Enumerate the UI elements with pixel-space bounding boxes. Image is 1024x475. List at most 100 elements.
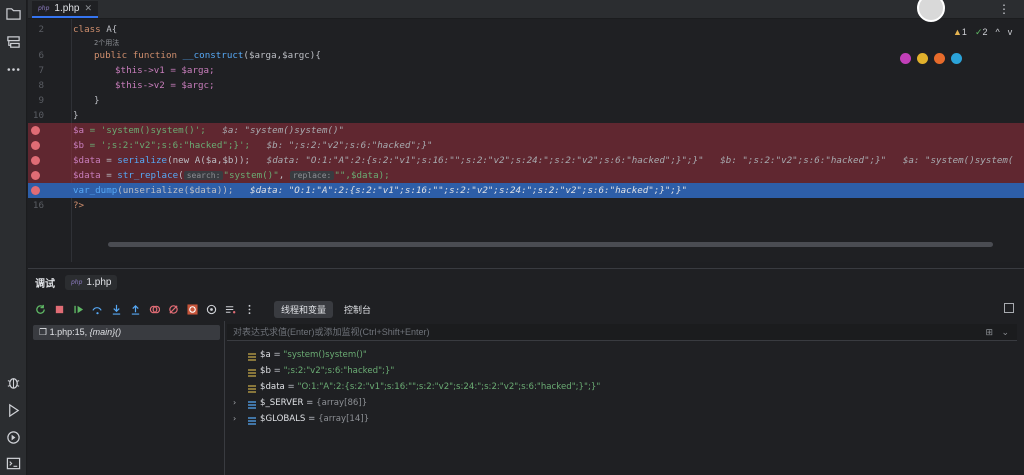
variable-name: $GLOBALS <box>260 414 306 424</box>
code-text: ( <box>178 170 184 181</box>
code-line: 8 $this->v2 = $argc; <box>28 78 1024 93</box>
panel-divider <box>224 321 225 475</box>
variable-value: {array[14]} <box>318 414 370 424</box>
variable: $data <box>73 155 101 166</box>
breakpoint-icon[interactable] <box>31 186 40 195</box>
frame-location: 1.php:15, <box>49 327 88 337</box>
terminal-icon[interactable] <box>6 456 21 471</box>
inline-value-hint: $b: ";s:2:"v2";s:6:"hacked";}" <box>266 140 433 151</box>
code-line-current: var_dump(unserialize($data)); $data: "O:… <box>28 183 1024 198</box>
tab-console[interactable]: 控制台 <box>337 301 378 318</box>
inline-value-hint: $b: ";s:2:"v2";s:6:"hacked";}" <box>720 155 887 166</box>
horizontal-scrollbar[interactable] <box>108 242 993 247</box>
php-file-icon: php <box>71 278 83 286</box>
variable-value: ";s:2:"v2";s:6:"hacked";}" <box>283 366 395 376</box>
variable: $a <box>73 125 85 136</box>
break-on-first-line-icon[interactable] <box>187 303 198 315</box>
chevron-right-icon[interactable]: › <box>233 395 243 411</box>
avatar[interactable] <box>917 0 945 22</box>
line-number: 6 <box>38 50 44 61</box>
breakpoint-icon[interactable] <box>31 141 40 150</box>
resume-icon[interactable] <box>73 304 84 315</box>
step-into-icon[interactable] <box>111 304 122 315</box>
variable-value: "O:1:"A":2:{s:2:"v1";s:16:"";s:2:"v2";s:… <box>297 382 601 392</box>
chevron-right-icon[interactable]: › <box>233 411 243 427</box>
tab-label: 1.php <box>54 3 80 14</box>
more-icon[interactable] <box>6 62 21 77</box>
line-number: 9 <box>38 95 44 106</box>
function-name: str_replace <box>117 170 179 181</box>
more-options-icon[interactable]: ⋮ <box>998 2 1010 16</box>
code-line: 16 ?> <box>28 198 1024 213</box>
code-text: "system()" <box>223 170 279 181</box>
variable-value: {array[86]} <box>316 398 368 408</box>
inline-value-hint: $data: "O:1:"A":2:{s:2:"v1";s:16:"";s:2:… <box>266 155 704 166</box>
variable-icon <box>248 351 256 361</box>
code-text: (new A($a,$b)); <box>167 155 251 166</box>
step-out-icon[interactable] <box>130 304 141 315</box>
inline-value-hint: $a: "system()system()" <box>222 125 345 136</box>
code-text: = <box>100 155 118 166</box>
calculator-icon[interactable]: ⊞ <box>985 324 993 341</box>
folder-icon[interactable] <box>6 6 21 21</box>
activity-bar <box>0 0 27 475</box>
code-text: A{ <box>100 24 118 35</box>
line-number: 2 <box>38 24 44 35</box>
parameter-hint: search: <box>183 171 224 180</box>
variable-icon <box>248 383 256 393</box>
breakpoint-icon[interactable] <box>31 126 40 135</box>
inline-value-hint: $a: "system()system( <box>902 155 1014 166</box>
editor-tabbar: php 1.php ✕ ⋮ <box>28 0 1024 22</box>
debug-session-label: 1.php <box>86 276 112 288</box>
code-line: 10 } <box>28 108 1024 123</box>
tab-threads-variables[interactable]: 线程和变量 <box>274 301 334 318</box>
debug-session-tab[interactable]: php 1.php <box>65 274 118 290</box>
breakpoint-icon[interactable] <box>31 156 40 165</box>
breakpoint-icon[interactable] <box>31 171 40 180</box>
stop-icon[interactable] <box>54 304 65 315</box>
code-line: 7 $this->v1 = $arga; <box>28 63 1024 78</box>
code-text: "",$data); <box>334 170 390 181</box>
frame-function: {main}() <box>89 327 122 337</box>
variable-name: $data <box>260 382 285 392</box>
tab-1-php[interactable]: php 1.php ✕ <box>32 1 98 18</box>
view-breakpoints-icon[interactable] <box>149 304 160 315</box>
line-number: 8 <box>38 80 44 91</box>
array-icon <box>248 415 256 425</box>
keyword: function <box>132 50 178 61</box>
settings-icon[interactable] <box>206 304 217 315</box>
more-icon[interactable] <box>244 304 255 315</box>
array-icon <box>248 399 256 409</box>
variable: $data <box>73 170 101 181</box>
code-text: = 'system()system()'; <box>84 125 206 136</box>
debug-tabbar: 调试 php 1.php <box>28 272 118 292</box>
debug-view-tabs: 线程和变量 控制台 <box>274 301 378 318</box>
variable-value: "system()system()" <box>283 350 367 360</box>
step-over-icon[interactable] <box>92 304 103 315</box>
layout-icon[interactable] <box>1004 303 1014 313</box>
code-editor[interactable]: php 1.php ✕ ⋮ ▲1 ✓2 ^ v 2 class A{ 2个用法 … <box>28 0 1024 262</box>
evaluate-expression-input[interactable]: 对表达式求值(Enter)或添加监视(Ctrl+Shift+Enter) ⊞ ⌄ <box>227 324 1017 341</box>
variable-icon <box>248 367 256 377</box>
services-icon[interactable] <box>6 430 21 445</box>
inline-value-hint: $data: "O:1:"A":2:{s:2:"v1";s:16:"";s:2:… <box>250 185 688 196</box>
php-file-icon: php <box>38 5 50 12</box>
keyword: public <box>94 50 128 61</box>
code-line-breakpoint: $a = 'system()system()'; $a: "system()sy… <box>28 123 1024 138</box>
rerun-icon[interactable] <box>35 304 46 315</box>
run-icon[interactable] <box>6 403 21 418</box>
list-settings-icon[interactable] <box>225 304 236 315</box>
frame-item[interactable]: ❐ 1.php:15, {main}() <box>33 325 220 340</box>
function-name: var_dump <box>73 185 118 196</box>
mute-breakpoints-icon[interactable] <box>168 304 179 315</box>
evaluate-placeholder: 对表达式求值(Enter)或添加监视(Ctrl+Shift+Enter) <box>233 327 430 337</box>
code-text: = ';s:2:"v2";s:6:"hacked";}'; <box>84 140 251 151</box>
keyword: class <box>73 24 101 35</box>
line-number: 7 <box>38 65 44 76</box>
code-text: (unserialize($data)); <box>117 185 234 196</box>
chevron-down-icon[interactable]: ⌄ <box>1001 324 1009 341</box>
close-icon[interactable]: ✕ <box>84 3 92 14</box>
parameter-hint: replace: <box>289 171 335 180</box>
structure-icon[interactable] <box>6 35 21 50</box>
debug-icon[interactable] <box>6 375 21 390</box>
